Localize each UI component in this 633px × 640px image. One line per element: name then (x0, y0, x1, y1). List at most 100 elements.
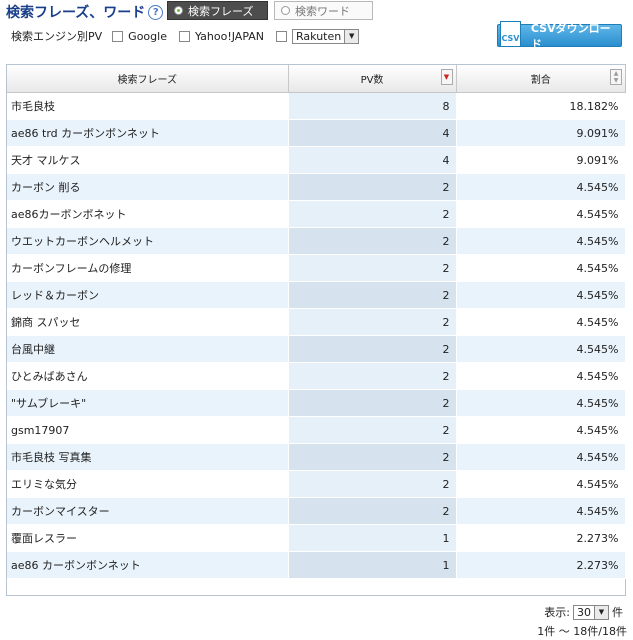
phrase-cell: ae86カーボンボネット (7, 200, 289, 228)
table-row: レッド＆カーボン 2 4.545% (7, 281, 626, 309)
ratio-cell: 4.545% (456, 200, 626, 228)
phrase-cell: エリミな気分 (7, 470, 289, 498)
per-page-unit: 件 (612, 606, 623, 619)
table-row: ae86 カーボンボンネット 1 2.273% (7, 551, 626, 579)
table-row: ウエットカーボンヘルメット 2 4.545% (7, 227, 626, 255)
phrase-cell: カーボンマイスター (7, 497, 289, 525)
pv-cell: 2 (288, 308, 457, 336)
google-label: Google (128, 29, 167, 43)
ratio-cell: 4.545% (456, 443, 626, 471)
engine-select[interactable]: Rakuten ▼ (292, 28, 360, 44)
ratio-cell: 9.091% (456, 119, 626, 147)
ratio-cell: 18.182% (456, 92, 626, 120)
ratio-cell: 4.545% (456, 362, 626, 390)
pv-cell: 2 (288, 443, 457, 471)
phrase-cell: "サムブレーキ" (7, 389, 289, 417)
pager: 表示: 30 ▼ 件 (544, 604, 623, 620)
pv-cell: 2 (288, 470, 457, 498)
ratio-cell: 4.545% (456, 308, 626, 336)
table-row: カーボンマイスター 2 4.545% (7, 497, 626, 525)
ratio-cell: 4.545% (456, 281, 626, 309)
toggle-phrase-label: 検索フレーズ (188, 4, 254, 18)
pv-cell: 1 (288, 551, 457, 579)
column-header-pv[interactable]: PV数 ▼ (288, 65, 457, 93)
column-header-pv-label: PV数 (360, 75, 384, 86)
phrase-cell: 市毛良枝 (7, 92, 289, 120)
help-icon[interactable]: ? (148, 4, 164, 20)
table-row: gsm17907 2 4.545% (7, 416, 626, 444)
pv-cell: 2 (288, 200, 457, 228)
ratio-cell: 4.545% (456, 335, 626, 363)
table-row: カーボンフレームの修理 2 4.545% (7, 254, 626, 282)
yahoo-label: Yahoo!JAPAN (194, 29, 265, 43)
phrase-cell: 市毛良枝 写真集 (7, 443, 289, 471)
table-row: 台風中継 2 4.545% (7, 335, 626, 363)
phrase-cell: 台風中継 (7, 335, 289, 363)
chevron-down-icon: ▼ (594, 605, 608, 619)
column-header-ratio[interactable]: 割合 ▲ ▼ (456, 65, 625, 93)
pv-cell: 2 (288, 335, 457, 363)
column-header-ratio-label: 割合 (530, 75, 551, 86)
table-row: ひとみばあさん 2 4.545% (7, 362, 626, 390)
column-header-phrase-label: 検索フレーズ (117, 75, 178, 86)
ratio-cell: 4.545% (456, 173, 626, 201)
table-row: 市毛良枝 8 18.182% (7, 92, 626, 120)
phrase-cell: カーボン 削る (7, 173, 289, 201)
per-page-label: 表示: (544, 606, 570, 619)
pv-cell: 8 (288, 92, 457, 120)
table-row: "サムブレーキ" 2 4.545% (7, 389, 626, 417)
chevron-down-icon: ▼ (344, 29, 359, 43)
ratio-cell: 9.091% (456, 146, 626, 174)
pv-cell: 2 (288, 281, 457, 309)
phrase-cell: ae86 trd カーボンボンネット (7, 119, 289, 147)
ratio-cell: 2.273% (456, 551, 626, 579)
ratio-cell: 2.273% (456, 524, 626, 552)
result-count: 1件 〜 18件/18件 (537, 625, 627, 638)
column-header-phrase[interactable]: 検索フレーズ (7, 65, 289, 93)
table-row: 天才 マルケス 4 9.091% (7, 146, 626, 174)
ratio-cell: 4.545% (456, 389, 626, 417)
table-row: 覆面レスラー 1 2.273% (7, 524, 626, 552)
phrase-cell: カーボンフレームの修理 (7, 254, 289, 282)
ratio-cell: 4.545% (456, 227, 626, 255)
toggle-phrase-button[interactable]: 検索フレーズ (167, 1, 268, 20)
radio-selected-icon (174, 6, 183, 15)
table-row: ae86 trd カーボンボンネット 4 9.091% (7, 119, 626, 147)
pv-cell: 1 (288, 524, 457, 552)
pv-cell: 2 (288, 389, 457, 417)
yahoo-checkbox[interactable] (178, 30, 190, 42)
toggle-word-button[interactable]: 検索ワード (274, 1, 373, 20)
pv-cell: 2 (288, 416, 457, 444)
page-title-text: 検索フレーズ、ワード (6, 5, 146, 21)
table-row: 錦商 スパッセ 2 4.545% (7, 308, 626, 336)
csv-download-label: CSVダウンロード (530, 21, 611, 51)
radio-unselected-icon (281, 6, 290, 15)
pv-cell: 4 (288, 146, 457, 174)
rakuten-checkbox[interactable] (276, 30, 288, 42)
per-page-select[interactable]: 30 ▼ (573, 604, 609, 620)
sort-neutral-icon[interactable]: ▲ ▼ (610, 69, 622, 85)
table-row: ae86カーボンボネット 2 4.545% (7, 200, 626, 228)
phrase-cell: 覆面レスラー (7, 524, 289, 552)
phrase-cell: 天才 マルケス (7, 146, 289, 174)
table-row: エリミな気分 2 4.545% (7, 470, 626, 498)
google-checkbox[interactable] (112, 30, 124, 42)
phrase-cell: 錦商 スパッセ (7, 308, 289, 336)
pv-cell: 2 (288, 227, 457, 255)
engine-filter-label: 検索エンジン別PV (11, 30, 103, 43)
csv-file-icon: CSV (500, 20, 521, 47)
ratio-cell: 4.545% (456, 416, 626, 444)
engine-filter: 検索エンジン別PV Google Yahoo!JAPAN Rakuten ▼ (11, 28, 360, 44)
phrase-table: 検索フレーズ PV数 ▼ 割合 ▲ ▼ 市毛良枝 8 18.182% ae86 trd カー… (6, 64, 626, 596)
pv-cell: 2 (288, 362, 457, 390)
toggle-word-label: 検索ワード (295, 4, 350, 18)
page-title: 検索フレーズ、ワード ? (6, 2, 164, 22)
csv-download-button[interactable]: CSV CSVダウンロード (497, 20, 622, 51)
phrase-cell: ae86 カーボンボンネット (7, 551, 289, 579)
sort-desc-icon[interactable]: ▼ (440, 69, 453, 85)
phrase-cell: gsm17907 (7, 416, 289, 444)
phrase-cell: レッド＆カーボン (7, 281, 289, 309)
phrase-cell: ひとみばあさん (7, 362, 289, 390)
table-row: 市毛良枝 写真集 2 4.545% (7, 443, 626, 471)
pv-cell: 2 (288, 497, 457, 525)
